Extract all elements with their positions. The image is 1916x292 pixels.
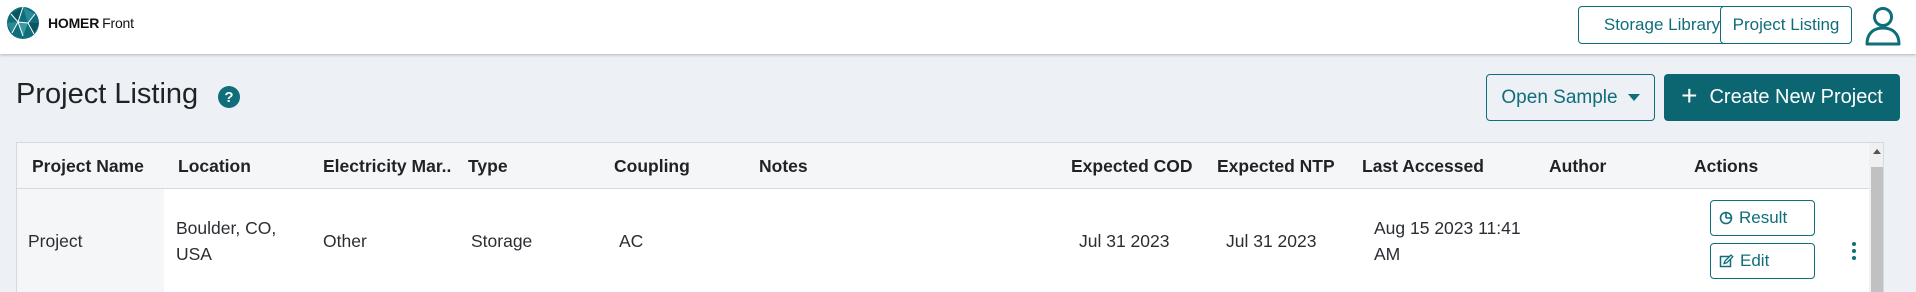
create-new-project-label: Create New Project xyxy=(1709,86,1883,108)
header-author[interactable]: Author xyxy=(1549,143,1606,189)
project-listing-button[interactable]: Project Listing xyxy=(1720,6,1852,44)
cell-expected-ntp: Jul 31 2023 xyxy=(1226,231,1317,251)
top-bar: HOMER Front Storage Library Project Listi… xyxy=(0,0,1916,54)
header-notes[interactable]: Notes xyxy=(759,143,808,189)
header-project-name[interactable]: Project Name xyxy=(32,143,144,189)
cell-last-accessed: Aug 15 2023 11:41 AM xyxy=(1374,218,1521,264)
cell-project-name: Project xyxy=(28,231,83,251)
result-label: Result xyxy=(1739,208,1788,227)
cell-coupling: AC xyxy=(619,231,644,251)
edit-icon xyxy=(1719,253,1734,267)
cell-expected-cod: Jul 31 2023 xyxy=(1079,231,1170,251)
logo-text: HOMER Front xyxy=(48,15,134,31)
result-button[interactable]: Result xyxy=(1710,200,1815,236)
header-location[interactable]: Location xyxy=(178,143,251,189)
project-table: Project Name Location Electricity Mar.. … xyxy=(16,142,1884,292)
help-icon[interactable]: ? xyxy=(218,86,240,108)
table-header: Project Name Location Electricity Mar.. … xyxy=(17,143,1869,189)
edit-button[interactable]: Edit xyxy=(1710,243,1815,279)
open-sample-label: Open Sample xyxy=(1501,86,1618,108)
header-electricity-market[interactable]: Electricity Mar.. xyxy=(323,143,451,189)
vertical-scrollbar[interactable] xyxy=(1869,143,1883,292)
caret-down-icon xyxy=(1627,94,1640,101)
homer-logo-icon xyxy=(7,6,39,39)
header-type[interactable]: Type xyxy=(468,143,508,189)
pie-chart-icon xyxy=(1719,211,1733,225)
page-title: Project Listing xyxy=(16,78,199,110)
header-expected-cod[interactable]: Expected COD xyxy=(1071,143,1193,189)
header-last-accessed[interactable]: Last Accessed xyxy=(1362,143,1484,189)
edit-label: Edit xyxy=(1740,251,1770,270)
more-options-icon[interactable] xyxy=(1851,242,1857,260)
header-actions: Actions xyxy=(1694,155,1759,176)
cell-electricity-market: Other xyxy=(323,231,367,251)
scroll-up-arrow-icon[interactable] xyxy=(1873,149,1881,154)
plus-icon: + xyxy=(1681,80,1698,111)
header-expected-ntp[interactable]: Expected NTP xyxy=(1217,143,1335,189)
scroll-thumb[interactable] xyxy=(1871,167,1883,292)
open-sample-dropdown[interactable]: Open Sample xyxy=(1486,74,1655,121)
user-account-icon[interactable] xyxy=(1862,4,1904,46)
app-logo[interactable]: HOMER Front xyxy=(6,6,134,40)
table-row[interactable]: Project Boulder, CO, USA Other Storage A… xyxy=(17,190,1869,292)
create-new-project-button[interactable]: + Create New Project xyxy=(1664,74,1900,121)
header-coupling[interactable]: Coupling xyxy=(614,143,690,189)
cell-type: Storage xyxy=(471,231,533,251)
cell-location: Boulder, CO, USA xyxy=(176,218,277,264)
